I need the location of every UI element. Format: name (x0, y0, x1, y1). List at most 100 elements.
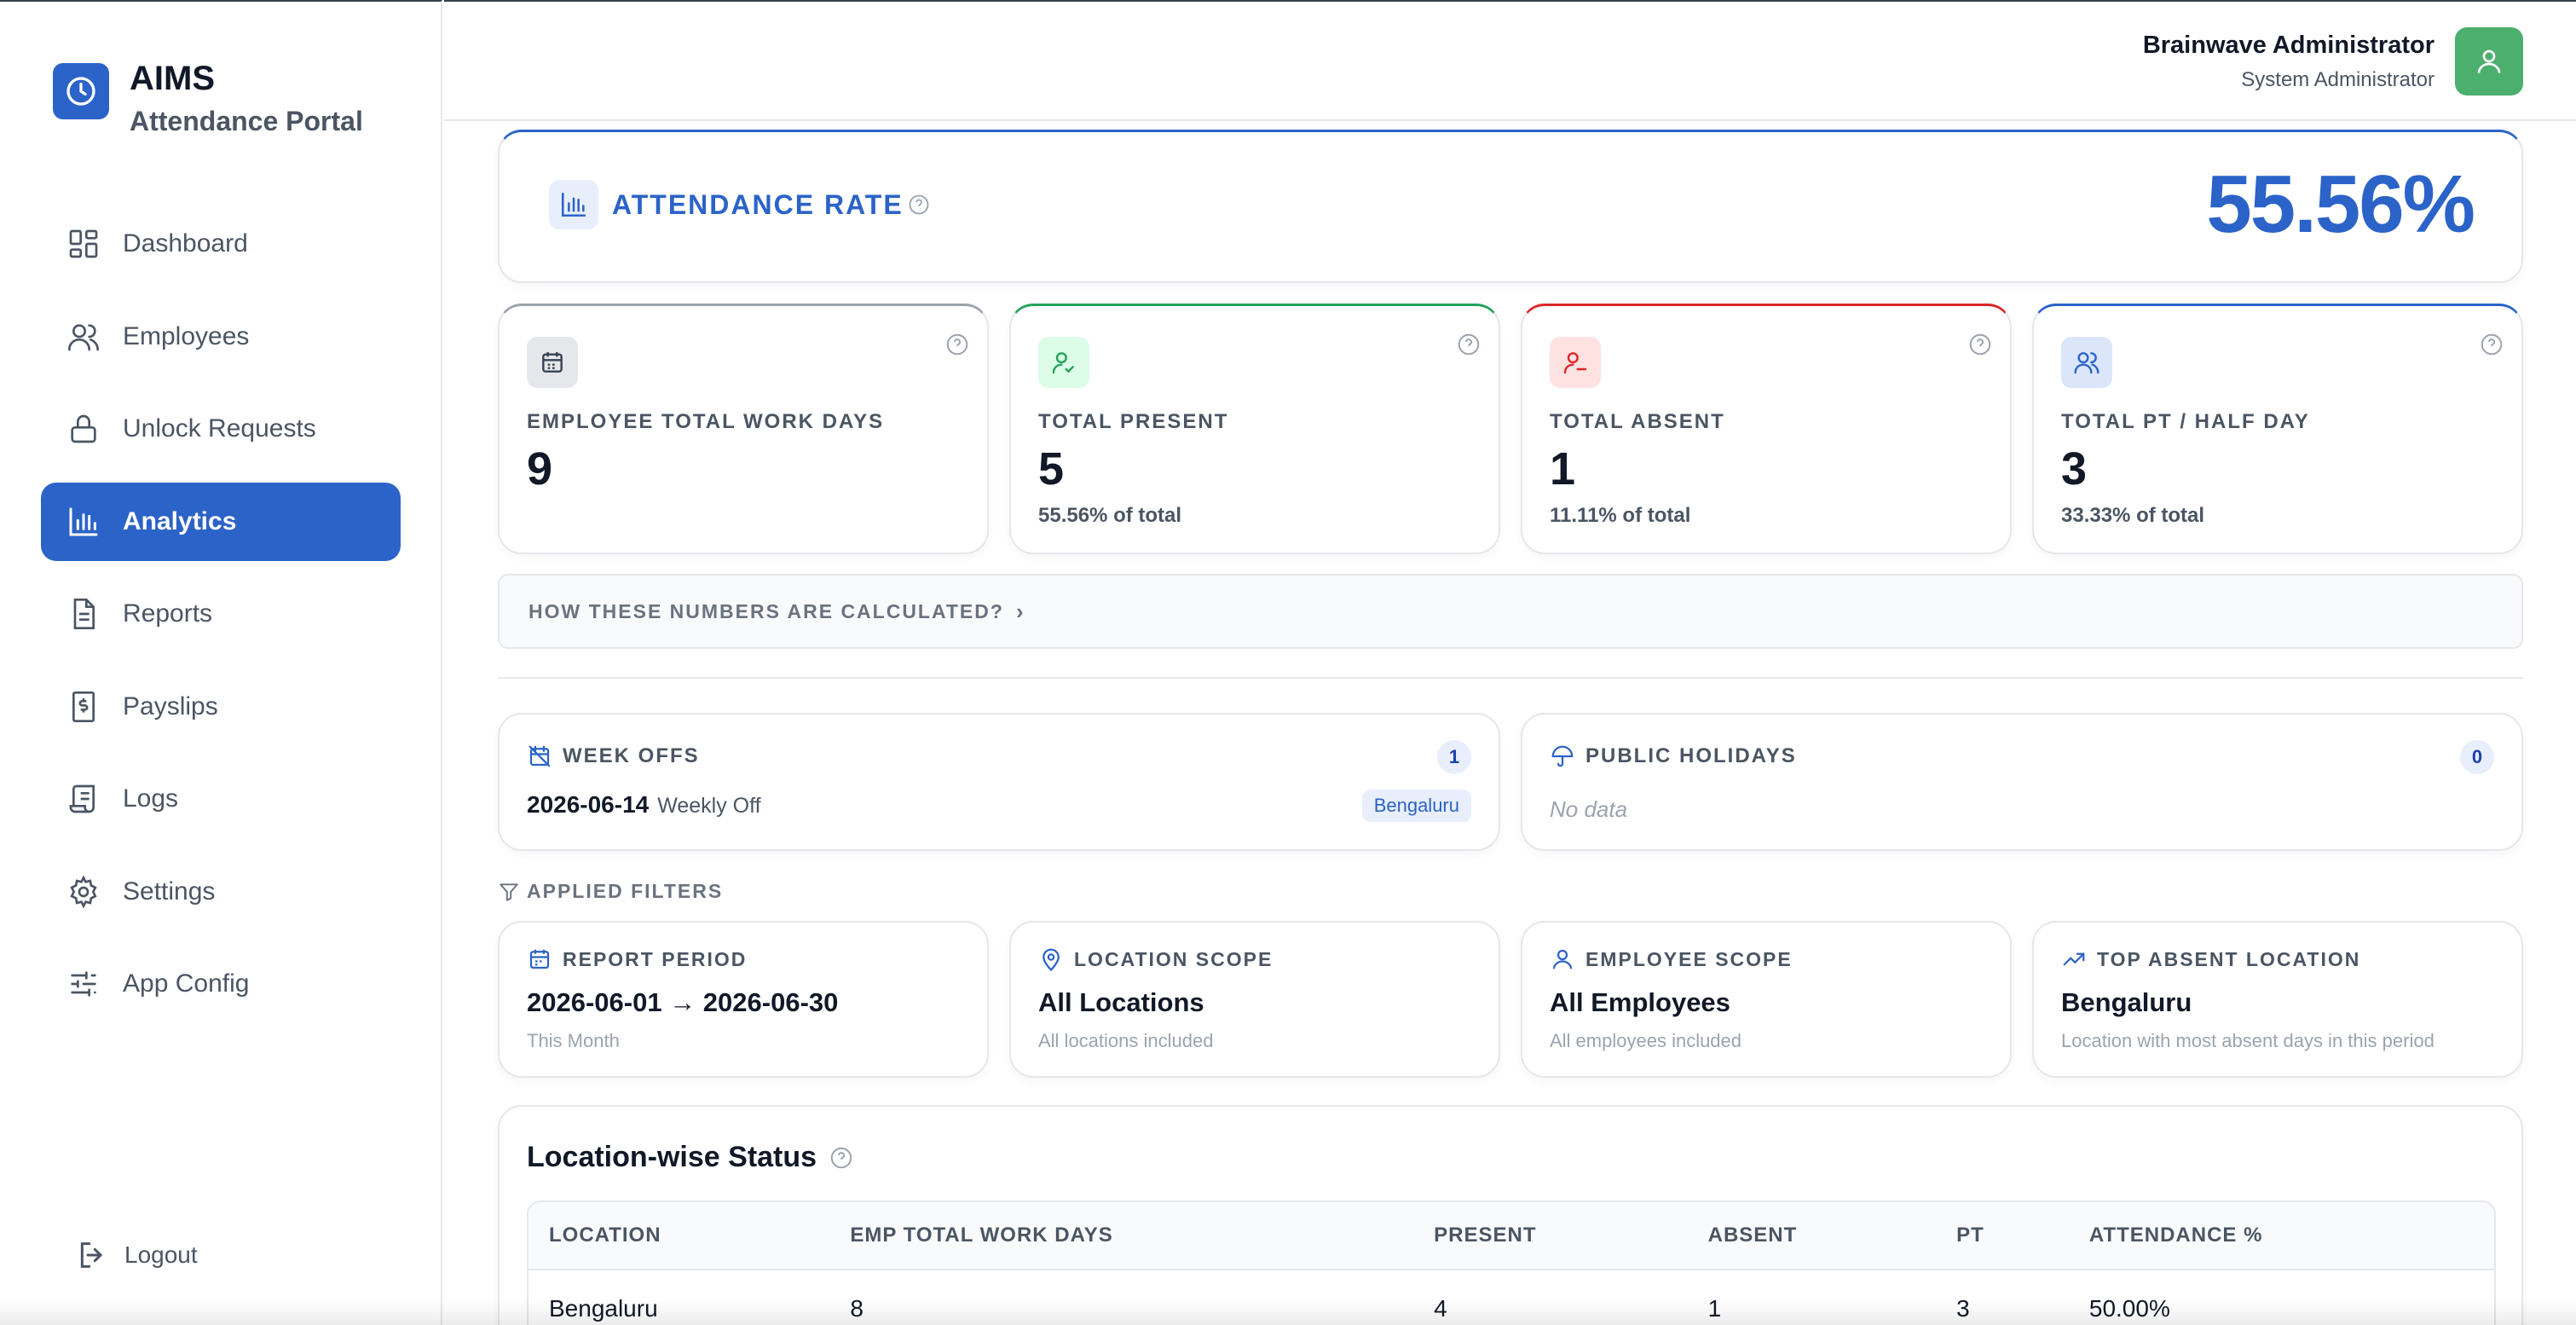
help-icon[interactable] (829, 1145, 854, 1171)
sidebar-item-settings[interactable]: Settings (41, 853, 401, 931)
sliders-icon (71, 971, 96, 997)
location-status-table: LOCATION EMP TOTAL WORK DAYS PRESENT ABS… (527, 1201, 2496, 1325)
table-header-row: LOCATION EMP TOTAL WORK DAYS PRESENT ABS… (528, 1202, 2494, 1270)
location-status-card: Location-wise Status LOCATION EMP TOTAL … (498, 1105, 2523, 1325)
week-offs-title: WEEK OFFS (563, 744, 700, 767)
filter-card-report-period: REPORT PERIOD 2026-06-01 → 2026-06-30 Th… (498, 921, 989, 1078)
sidebar-nav: Dashboard Employees Unlock Requests Anal… (41, 205, 401, 1038)
help-icon[interactable] (1967, 332, 1993, 357)
filter-label: REPORT PERIOD (563, 947, 748, 970)
stat-card-pt-half-day: TOTAL PT / HALF DAY 3 33.33% of total (2032, 304, 2523, 554)
sidebar-item-app-config[interactable]: App Config (41, 945, 401, 1023)
filter-value: All Employees (1550, 987, 1730, 1017)
column-header[interactable]: ABSENT (1688, 1224, 1937, 1247)
applied-filters-title: APPLIED FILTERS (527, 880, 724, 902)
sidebar-item-payslips[interactable]: Payslips (41, 668, 401, 746)
column-header[interactable]: PRESENT (1413, 1224, 1687, 1247)
week-offs-count: 1 (1437, 740, 1471, 774)
filter-card-employee-scope: EMPLOYEE SCOPE All Employees All employe… (1521, 921, 2012, 1078)
filter-label: LOCATION SCOPE (1074, 947, 1274, 970)
stat-sub: 33.33% of total (2061, 504, 2205, 527)
help-icon[interactable] (2479, 332, 2504, 357)
sidebar-item-employees[interactable]: Employees (41, 298, 401, 376)
payslip-icon (72, 691, 95, 722)
users-icon (2061, 337, 2112, 388)
trending-up-icon (2063, 952, 2085, 966)
stat-label: EMPLOYEE TOTAL WORK DAYS (527, 410, 885, 433)
user-icon (2477, 49, 2501, 73)
calculation-info-label: HOW THESE NUMBERS ARE CALCULATED? (528, 599, 1004, 622)
stat-card-absent: TOTAL ABSENT 1 11.11% of total (1521, 304, 2012, 554)
app-title: AIMS (130, 60, 215, 97)
user-menu[interactable]: Brainwave Administrator System Administr… (2143, 27, 2523, 95)
sidebar-item-label: Reports (123, 599, 213, 628)
table-cell: 8 (850, 1295, 863, 1322)
bar-chart-icon (69, 507, 98, 535)
column-header[interactable]: EMP TOTAL WORK DAYS (829, 1224, 1413, 1247)
sidebar: AIMS Attendance Portal Dashboard Employe… (0, 0, 442, 1325)
week-off-date: 2026-06-14 (527, 791, 650, 818)
gear-icon (70, 874, 97, 909)
calendar-icon (527, 337, 578, 388)
applied-filters-heading: APPLIED FILTERS (498, 880, 723, 903)
user-role: System Administrator (2241, 67, 2434, 91)
sidebar-item-analytics[interactable]: Analytics (41, 482, 401, 561)
sidebar-item-label: Settings (123, 877, 216, 906)
column-header[interactable]: LOCATION (528, 1224, 829, 1247)
filter-label: EMPLOYEE SCOPE (1585, 947, 1793, 970)
sidebar-item-dashboard[interactable]: Dashboard (41, 205, 401, 283)
week-offs-card: WEEK OFFS 1 2026-06-14 Weekly Off Bengalu… (498, 713, 1500, 851)
help-icon[interactable] (907, 193, 931, 217)
calendar-icon (529, 949, 550, 969)
table-row[interactable]: Bengaluru 8 4 1 3 50.00% (528, 1270, 2494, 1325)
sidebar-item-unlock-requests[interactable]: Unlock Requests (41, 390, 401, 468)
sidebar-item-logs[interactable]: Logs (41, 760, 401, 838)
clock-icon (53, 63, 109, 119)
column-header[interactable]: ATTENDANCE % (2069, 1224, 2494, 1247)
stat-label: TOTAL ABSENT (1550, 410, 1725, 433)
top-header: Brainwave Administrator System Administr… (444, 0, 2576, 121)
sidebar-item-label: Unlock Requests (123, 414, 316, 443)
bar-chart-icon (549, 180, 598, 229)
users-icon (68, 323, 99, 350)
user-name: Brainwave Administrator (2142, 31, 2434, 59)
filter-card-location-scope: LOCATION SCOPE All Locations All locatio… (1009, 921, 1500, 1078)
no-data-text: No data (1550, 796, 1628, 822)
filter-value: 2026-06-01 → 2026-06-30 (527, 987, 839, 1017)
filter-icon (500, 882, 518, 901)
calculation-info-toggle[interactable]: HOW THESE NUMBERS ARE CALCULATED? › (498, 574, 2523, 649)
map-pin-icon (1043, 948, 1060, 972)
column-header[interactable]: PT (1936, 1224, 2069, 1247)
sidebar-item-label: Logs (123, 784, 179, 813)
table-cell: 4 (1434, 1295, 1447, 1322)
public-holidays-count: 0 (2460, 740, 2494, 774)
location-status-title: Location-wise Status (527, 1141, 817, 1173)
public-holidays-card: PUBLIC HOLIDAYS 0 No data (1521, 713, 2523, 851)
attendance-rate-card: ATTENDANCE RATE 55.56% (498, 130, 2523, 283)
user-check-icon (1038, 337, 1089, 388)
stat-card-work-days: EMPLOYEE TOTAL WORK DAYS 9 (498, 304, 989, 554)
table-cell: 3 (1956, 1295, 1970, 1322)
document-icon (73, 599, 95, 629)
stat-value: 3 (2061, 443, 2088, 495)
app-subtitle: Attendance Portal (130, 106, 363, 136)
sidebar-item-reports[interactable]: Reports (41, 575, 401, 653)
logout-icon (80, 1242, 103, 1268)
week-off-kind: Weekly Off (657, 794, 761, 818)
help-icon[interactable] (1456, 332, 1481, 357)
public-holidays-title: PUBLIC HOLIDAYS (1585, 744, 1797, 767)
user-icon (1552, 949, 1573, 969)
logout-button[interactable]: Logout (75, 1238, 198, 1272)
week-off-entry: 2026-06-14 Weekly Off (527, 791, 761, 819)
filter-value: All Locations (1038, 987, 1204, 1017)
help-icon[interactable] (944, 332, 970, 357)
umbrella-icon (1551, 745, 1574, 767)
stat-value: 9 (527, 443, 553, 495)
filter-note: All employees included (1550, 1030, 1742, 1051)
sidebar-item-label: Payslips (123, 691, 218, 720)
avatar[interactable] (2455, 27, 2523, 95)
sidebar-item-label: App Config (123, 969, 250, 998)
location-tag: Bengaluru (1361, 790, 1471, 822)
stat-sub: 55.56% of total (1038, 504, 1182, 527)
stat-label: TOTAL PT / HALF DAY (2061, 410, 2310, 433)
